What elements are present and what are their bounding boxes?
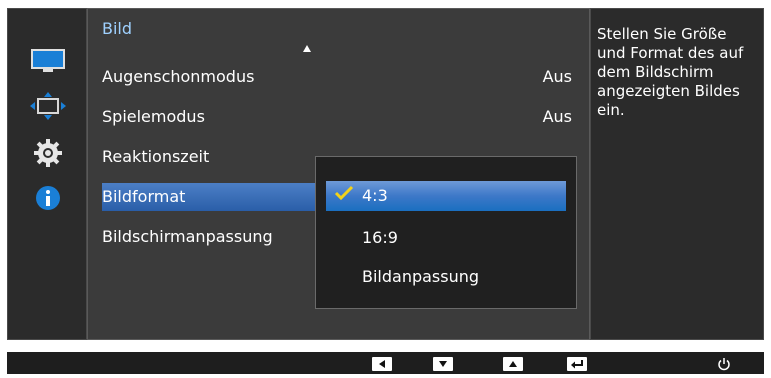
- power-key[interactable]: [715, 356, 733, 372]
- menu-item-label: Augenschonmodus: [102, 67, 255, 86]
- menu-item-label: Reaktionszeit: [102, 147, 210, 166]
- menu-item-value: Aus: [542, 107, 572, 126]
- sidebar-item-system[interactable]: [8, 133, 88, 173]
- up-arrow-icon: [509, 361, 517, 367]
- help-text: Stellen Sie Größe und Format des auf dem…: [597, 25, 744, 119]
- scroll-up-arrow-icon[interactable]: [303, 45, 311, 52]
- left-arrow-icon: [379, 360, 385, 368]
- menu-item-value: Aus: [542, 67, 572, 86]
- sidebar-item-picture[interactable]: [8, 41, 88, 81]
- sidebar-item-information[interactable]: [8, 178, 88, 218]
- enter-key[interactable]: [567, 357, 587, 371]
- menu-item-label: Bildschirmanpassung: [102, 227, 273, 246]
- submenu-option-label: Bildanpassung: [362, 267, 480, 286]
- submenu-option-label: 16:9: [362, 228, 398, 247]
- menu-item-label: Spielemodus: [102, 107, 205, 126]
- resize-arrows-icon: [30, 92, 66, 120]
- category-sidebar: [7, 8, 87, 340]
- down-arrow-icon: [439, 361, 447, 367]
- menu-item-spielemodus[interactable]: Spielemodus Aus: [102, 103, 576, 131]
- help-panel: Stellen Sie Größe und Format des auf dem…: [590, 8, 764, 340]
- power-icon: [718, 358, 730, 371]
- left-key[interactable]: [372, 357, 392, 371]
- gear-icon: [34, 139, 62, 167]
- menu-item-augenschonmodus[interactable]: Augenschonmodus Aus: [102, 63, 576, 91]
- checkmark-icon: [334, 185, 354, 201]
- submenu-option-4-3[interactable]: 4:3: [326, 181, 566, 211]
- submenu-option-16-9[interactable]: 16:9: [326, 223, 566, 253]
- monitor-icon: [31, 49, 65, 72]
- menu-title: Bild: [102, 19, 133, 38]
- menu-item-label: Bildformat: [102, 187, 186, 206]
- down-key[interactable]: [433, 357, 453, 371]
- submenu-option-bildanpassung[interactable]: Bildanpassung: [326, 262, 566, 292]
- bildformat-submenu: 4:3 16:9 Bildanpassung: [315, 156, 577, 309]
- osd-menu: Bild Augenschonmodus Aus Spielemodus Aus…: [0, 0, 771, 378]
- info-icon: [36, 186, 60, 210]
- up-key[interactable]: [503, 357, 523, 371]
- submenu-option-label: 4:3: [362, 186, 388, 205]
- enter-icon: [571, 360, 583, 369]
- sidebar-item-screen[interactable]: [8, 86, 88, 126]
